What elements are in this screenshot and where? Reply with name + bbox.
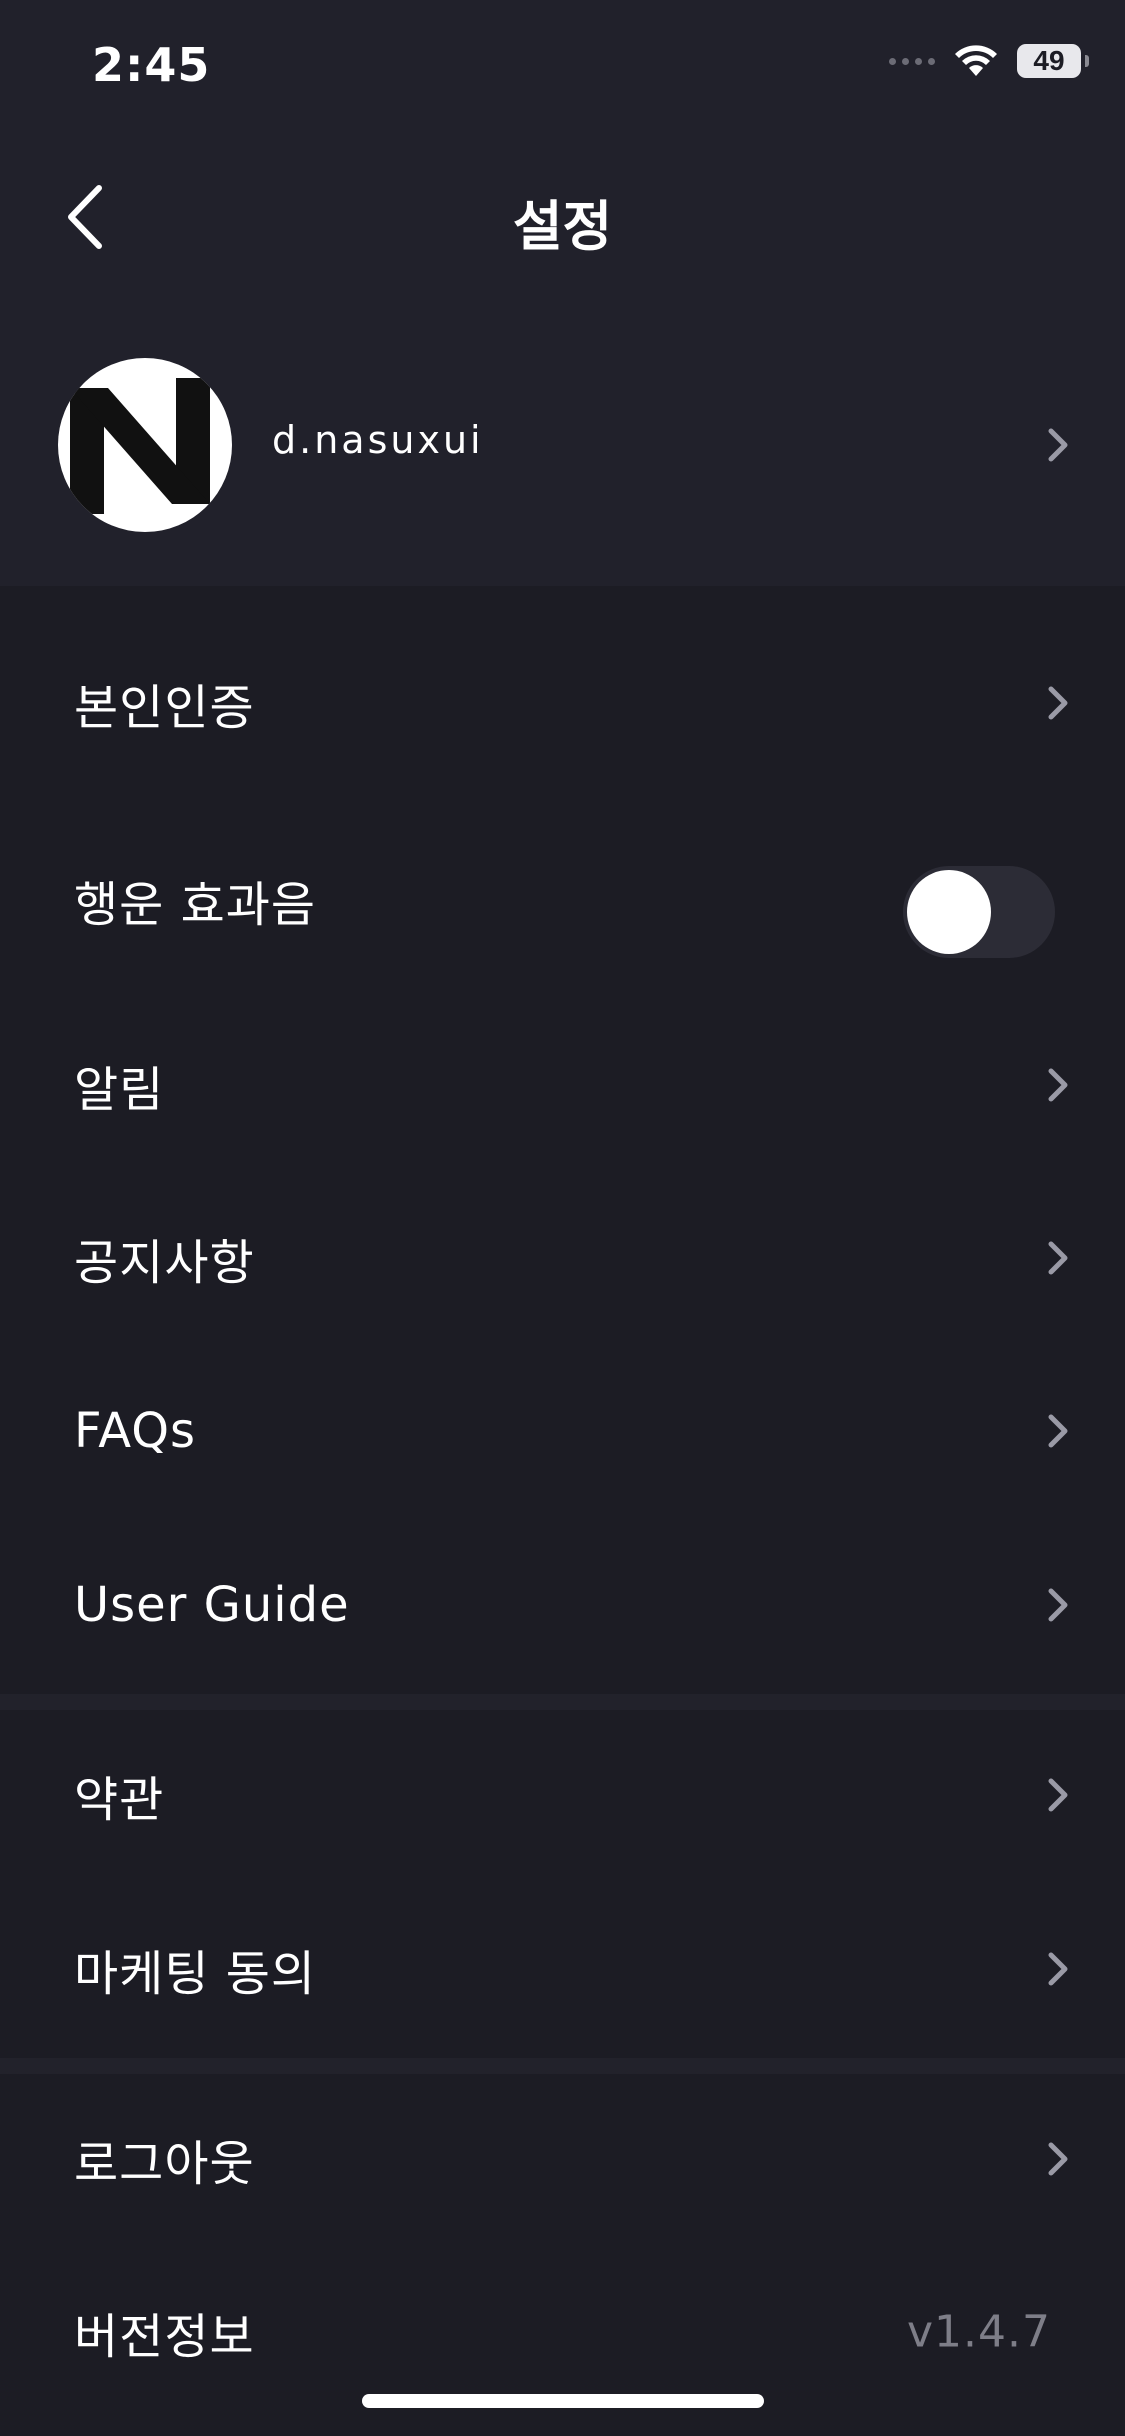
username: d.nasuxui: [272, 418, 484, 462]
menu-item-label: 로그아웃: [74, 2136, 255, 2192]
menu-item-faqs[interactable]: FAQs: [0, 1356, 1125, 1506]
profile-row[interactable]: d.nasuxui: [0, 352, 1125, 538]
menu-item-notices[interactable]: 공지사항: [0, 1183, 1125, 1333]
menu-item-label: 알림: [74, 1062, 165, 1118]
section-divider: [0, 2058, 1125, 2074]
status-icons: 49: [889, 44, 1089, 78]
home-indicator[interactable]: [362, 2394, 764, 2408]
wifi-icon: [955, 45, 997, 76]
menu-item-label: User Guide: [74, 1577, 350, 1633]
menu-item-label: 약관: [74, 1772, 165, 1828]
toggle-knob: [907, 870, 991, 954]
chevron-right-icon: [1048, 1068, 1068, 1102]
menu-item-label: 공지사항: [74, 1235, 255, 1291]
chevron-right-icon: [1048, 428, 1068, 462]
menu-item-user-guide[interactable]: User Guide: [0, 1530, 1125, 1680]
menu-item-label: 마케팅 동의: [74, 1946, 317, 2002]
menu-item-logout[interactable]: 로그아웃: [0, 2084, 1125, 2234]
menu-item-notifications[interactable]: 알림: [0, 1010, 1125, 1160]
menu-item-lucky-sound: 행운 효과음: [0, 820, 1125, 980]
menu-item-version: 버전정보 v1.4.7: [0, 2257, 1125, 2407]
chevron-right-icon: [1048, 1414, 1068, 1448]
avatar-n-logo: [70, 378, 210, 514]
chevron-right-icon: [1048, 1778, 1068, 1812]
menu-item-label: FAQs: [74, 1403, 196, 1459]
chevron-right-icon: [1048, 1952, 1068, 1986]
menu-item-label: 본인인증: [74, 680, 255, 736]
status-time: 2:45: [92, 38, 211, 92]
chevron-right-icon: [1048, 2142, 1068, 2176]
battery-icon: 49: [1017, 44, 1089, 78]
lucky-sound-toggle[interactable]: [903, 866, 1055, 958]
menu-item-terms[interactable]: 약관: [0, 1720, 1125, 1870]
page-title: 설정: [512, 195, 613, 258]
avatar: [58, 358, 232, 532]
chevron-right-icon: [1048, 686, 1068, 720]
menu-item-identity[interactable]: 본인인증: [0, 628, 1125, 778]
menu-item-label: 행운 효과음: [74, 877, 317, 933]
menu-item-marketing[interactable]: 마케팅 동의: [0, 1894, 1125, 2044]
version-value: v1.4.7: [907, 2306, 1051, 2358]
cellular-signal-icon: [889, 57, 935, 65]
section-divider: [0, 1694, 1125, 1710]
chevron-right-icon: [1048, 1241, 1068, 1275]
menu-item-label: 버전정보: [74, 2309, 255, 2365]
chevron-right-icon: [1048, 1588, 1068, 1622]
battery-level: 49: [1033, 45, 1065, 76]
